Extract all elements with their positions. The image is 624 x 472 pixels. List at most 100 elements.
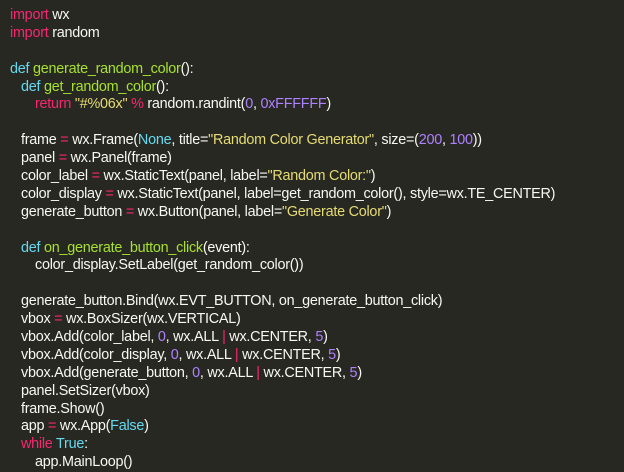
number-token: 0 [245,96,253,113]
number-token: 0 [192,364,200,381]
code-line-16-blank [10,275,624,293]
code-token: , size=( [373,132,419,149]
code-token: wx.Frame( [68,132,138,149]
code-line-12: generate_button = wx.Button(panel, label… [10,204,624,222]
function-name-token: get_random_color [44,78,157,95]
keyword-token: import [10,24,49,41]
code-line-18: vbox = wx.BoxSizer(wx.VERTICAL) [10,311,624,329]
keyword-token: while [21,436,53,453]
code-line-7-blank [10,114,624,132]
code-token: wx.CENTER, [238,346,329,363]
code-token: wx.CENTER, [225,329,316,346]
number-token: 0 [157,329,166,346]
keyword-token: def [21,78,41,95]
code-line-23: frame.Show() [10,401,624,419]
code-token: wx.StaticText(panel, label= [99,168,268,185]
code-line-14: def on_generate_button_click(event): [10,240,624,258]
code-line-17: generate_button.Bind(wx.EVT_BUTTON, on_g… [10,293,624,311]
code-token: generate_button.Bind(wx.EVT_BUTTON, on_g… [21,293,443,310]
code-token: (): [180,60,194,77]
code-token: frame [21,132,61,149]
code-line-25: while True: [10,436,624,454]
builtin-token: None [137,132,172,149]
code-token: )) [472,132,482,149]
code-token: , title= [171,132,209,149]
code-line-1: import wx [10,7,624,25]
builtin-token: True [56,436,85,453]
code-token: ) [386,203,392,220]
keyword-token: def [21,239,41,256]
code-token: ) [335,346,341,363]
code-token: generate_button [21,203,126,220]
code-token: (event): [202,239,250,256]
number-token: 5 [328,346,336,363]
operator-token: = [125,203,134,220]
code-token: color_display.SetLabel(get_random_color(… [35,257,304,274]
keyword-token: return [35,96,72,113]
code-token: color_display [21,185,106,202]
code-line-6: return "#%06x" % random.randint(0, 0xFFF… [10,96,624,114]
code-line-15: color_display.SetLabel(get_random_color(… [10,257,624,275]
number-token: 0xFFFFFF [260,96,327,113]
code-token: wx.BoxSizer(wx.VERTICAL) [62,311,241,328]
code-token: color_label [21,168,92,185]
code-line-8: frame = wx.Frame(None, title="Random Col… [10,132,624,150]
function-name-token: generate_random_color [33,60,181,77]
code-token: random [48,24,100,41]
code-line-13-blank [10,222,624,240]
code-token: ) [323,329,328,346]
code-line-24: app = wx.App(False) [10,418,624,436]
code-token: app.MainLoop() [35,454,133,471]
code-token: vbox.Add(color_label, [21,329,158,346]
string-token: "#%06x" [74,96,128,113]
operator-token: = [91,168,100,185]
operator-token: = [105,185,114,202]
code-line-11: color_display = wx.StaticText(panel, lab… [10,186,624,204]
code-token: : [84,436,88,453]
code-token: panel [21,150,59,167]
keyword-token: import [10,7,49,23]
code-token: random.randint( [143,96,246,113]
code-line-9: panel = wx.Panel(frame) [10,150,624,168]
function-name-token: on_generate_button_click [44,239,203,256]
code-token: , wx.ALL [178,346,235,363]
operator-token: = [48,418,57,435]
code-token: wx.Panel(frame) [66,150,172,167]
operator-token: = [58,150,67,167]
code-line-20: vbox.Add(color_display, 0, wx.ALL | wx.C… [10,347,624,365]
code-token: app [21,418,49,435]
code-token: ) [144,418,149,435]
code-line-3-blank [10,43,624,61]
code-token: vbox.Add(generate_button, [21,364,193,381]
code-line-2: import random [10,25,624,43]
string-token: "Random Color:" [267,168,372,185]
string-token: "Generate Color" [281,203,387,220]
code-token: vbox [21,311,55,328]
code-editor[interactable]: import wx import random def generate_ran… [0,0,624,470]
code-line-5: def get_random_color(): [10,79,624,97]
code-token: wx.App( [56,418,111,435]
code-token: , wx.ALL [165,329,223,346]
number-token: 100 [449,132,473,149]
code-line-22: panel.SetSizer(vbox) [10,383,624,401]
code-token: wx [48,7,70,23]
code-line-10: color_label = wx.StaticText(panel, label… [10,168,624,186]
code-token: ) [326,96,331,113]
code-token: wx.CENTER, [259,364,350,381]
code-line-21: vbox.Add(generate_button, 0, wx.ALL | wx… [10,365,624,383]
code-token: wx.StaticText(panel, label=get_random_co… [113,185,556,202]
code-token: wx.Button(panel, label= [133,203,283,220]
code-line-19: vbox.Add(color_label, 0, wx.ALL | wx.CEN… [10,329,624,347]
builtin-token: False [110,418,145,435]
code-line-4: def generate_random_color(): [10,61,624,79]
code-line-26: app.MainLoop() [10,454,624,472]
code-token: panel.SetSizer(vbox) [21,382,150,399]
operator-token: % [131,96,144,113]
code-token: , wx.ALL [199,364,257,381]
number-token: 200 [418,132,443,149]
code-token: vbox.Add(color_display, [21,346,171,363]
code-token: frame.Show() [21,400,105,417]
number-token: 5 [315,329,324,346]
code-token: ) [357,364,362,381]
string-token: "Random Color Generator" [208,132,374,149]
